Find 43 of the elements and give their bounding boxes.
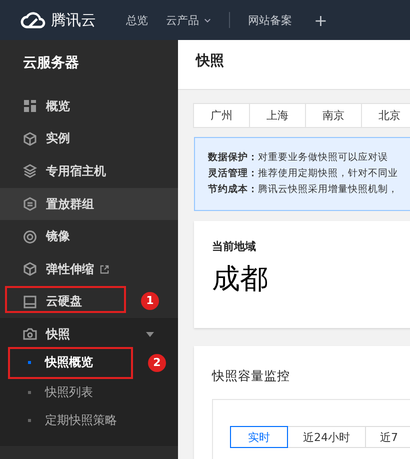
sidebar-item[interactable]: 专用宿主机 — [0, 155, 178, 188]
cloud-logo-icon — [20, 11, 46, 29]
region-tab[interactable]: 广州 — [193, 103, 250, 128]
sidebar-item[interactable]: 置放群组 — [0, 188, 178, 220]
region-tab[interactable]: 北京 — [361, 103, 410, 128]
hexagon-icon — [23, 197, 37, 212]
time-range-tab[interactable]: 近24小时 — [287, 426, 366, 448]
brand-name: 腾讯云 — [51, 10, 96, 30]
chevron-down-icon — [204, 18, 211, 22]
cube-icon — [23, 262, 37, 276]
nav-link[interactable]: 网站备案 — [248, 12, 292, 28]
camera-icon — [23, 327, 37, 342]
notice-text: 对重要业务做快照可以应对误 — [258, 152, 388, 163]
nav-link[interactable]: 总览 — [126, 12, 148, 28]
cube-icon — [23, 132, 37, 146]
notice-term: 数据保护： — [208, 152, 258, 163]
add-button[interactable]: + — [310, 10, 332, 30]
notice-text: 推荐使用定期快照，针对不同业 — [258, 168, 398, 179]
notice-term: 灵活管理： — [208, 168, 258, 179]
callout-number: 2 — [148, 354, 166, 372]
region-label: 当前地域 — [212, 239, 257, 254]
sidebar-item[interactable]: 镜像 — [0, 220, 178, 253]
sidebar-item[interactable]: 实例 — [0, 122, 178, 156]
time-range-tab[interactable]: 实时 — [230, 426, 288, 448]
notice-text: 腾讯云快照采用增量快照机制， — [258, 184, 398, 195]
time-range-tab[interactable]: 近7 — [365, 426, 410, 448]
sidebar-item[interactable]: 弹性伸缩 — [0, 252, 178, 286]
region-tab[interactable]: 上海 — [249, 103, 306, 128]
layers-icon — [23, 164, 37, 178]
monitor-title: 快照容量监控 — [212, 368, 291, 385]
grid-icon — [23, 99, 37, 114]
notice-term: 节约成本： — [208, 184, 258, 195]
nav-link[interactable]: 云产品 — [166, 12, 211, 28]
sidebar-item[interactable]: 概览 — [0, 90, 178, 123]
page-title: 快照 — [178, 40, 410, 90]
sidebar-item[interactable]: 云硬盘 1 — [0, 286, 178, 318]
sidebar-subitem[interactable]: 定期快照策略 — [0, 406, 178, 434]
sidebar-title: 云服务器 — [22, 54, 80, 73]
region-value: 成都 — [212, 261, 269, 297]
callout-number: 1 — [141, 292, 159, 310]
target-icon — [23, 230, 37, 244]
region-tab[interactable]: 南京 — [305, 103, 362, 128]
sidebar-subitem[interactable]: 快照列表 — [0, 378, 178, 406]
